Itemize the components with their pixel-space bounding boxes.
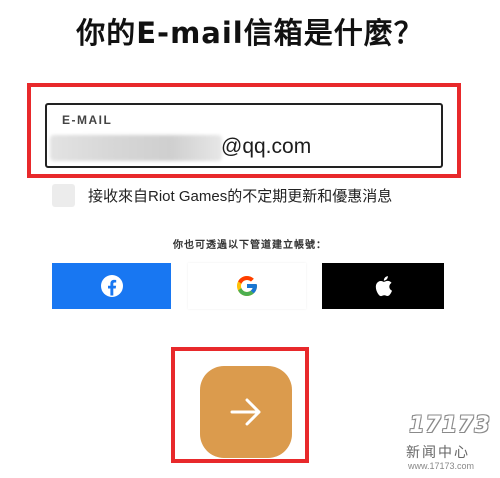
apple-icon	[375, 276, 393, 297]
consent-label[interactable]: 接收來自Riot Games的不定期更新和優惠消息	[88, 185, 392, 206]
facebook-signin-button[interactable]	[52, 263, 171, 309]
email-field[interactable]: E-MAIL @qq.com	[45, 103, 443, 168]
apple-signin-button[interactable]	[322, 263, 444, 309]
facebook-icon	[100, 275, 123, 297]
google-signin-button[interactable]	[188, 263, 306, 309]
email-field-label: E-MAIL	[62, 113, 113, 127]
google-icon	[237, 276, 257, 296]
watermark-subtitle: 新闻中心	[406, 445, 470, 461]
watermark-logo: 17173 新闻中心 www.17173.com	[400, 413, 500, 473]
consent-checkbox[interactable]	[52, 184, 75, 207]
arrow-right-icon	[230, 398, 261, 426]
email-redacted-blur	[50, 135, 222, 161]
email-field-value: @qq.com	[221, 135, 312, 158]
watermark-url: www.17173.com	[408, 461, 475, 471]
sso-prompt: 你也可透過以下管道建立帳號：	[173, 240, 327, 251]
page-title: 你的E-mail信箱是什麼？	[76, 16, 424, 50]
next-button[interactable]	[200, 366, 292, 458]
watermark-number: 17173	[409, 413, 491, 438]
